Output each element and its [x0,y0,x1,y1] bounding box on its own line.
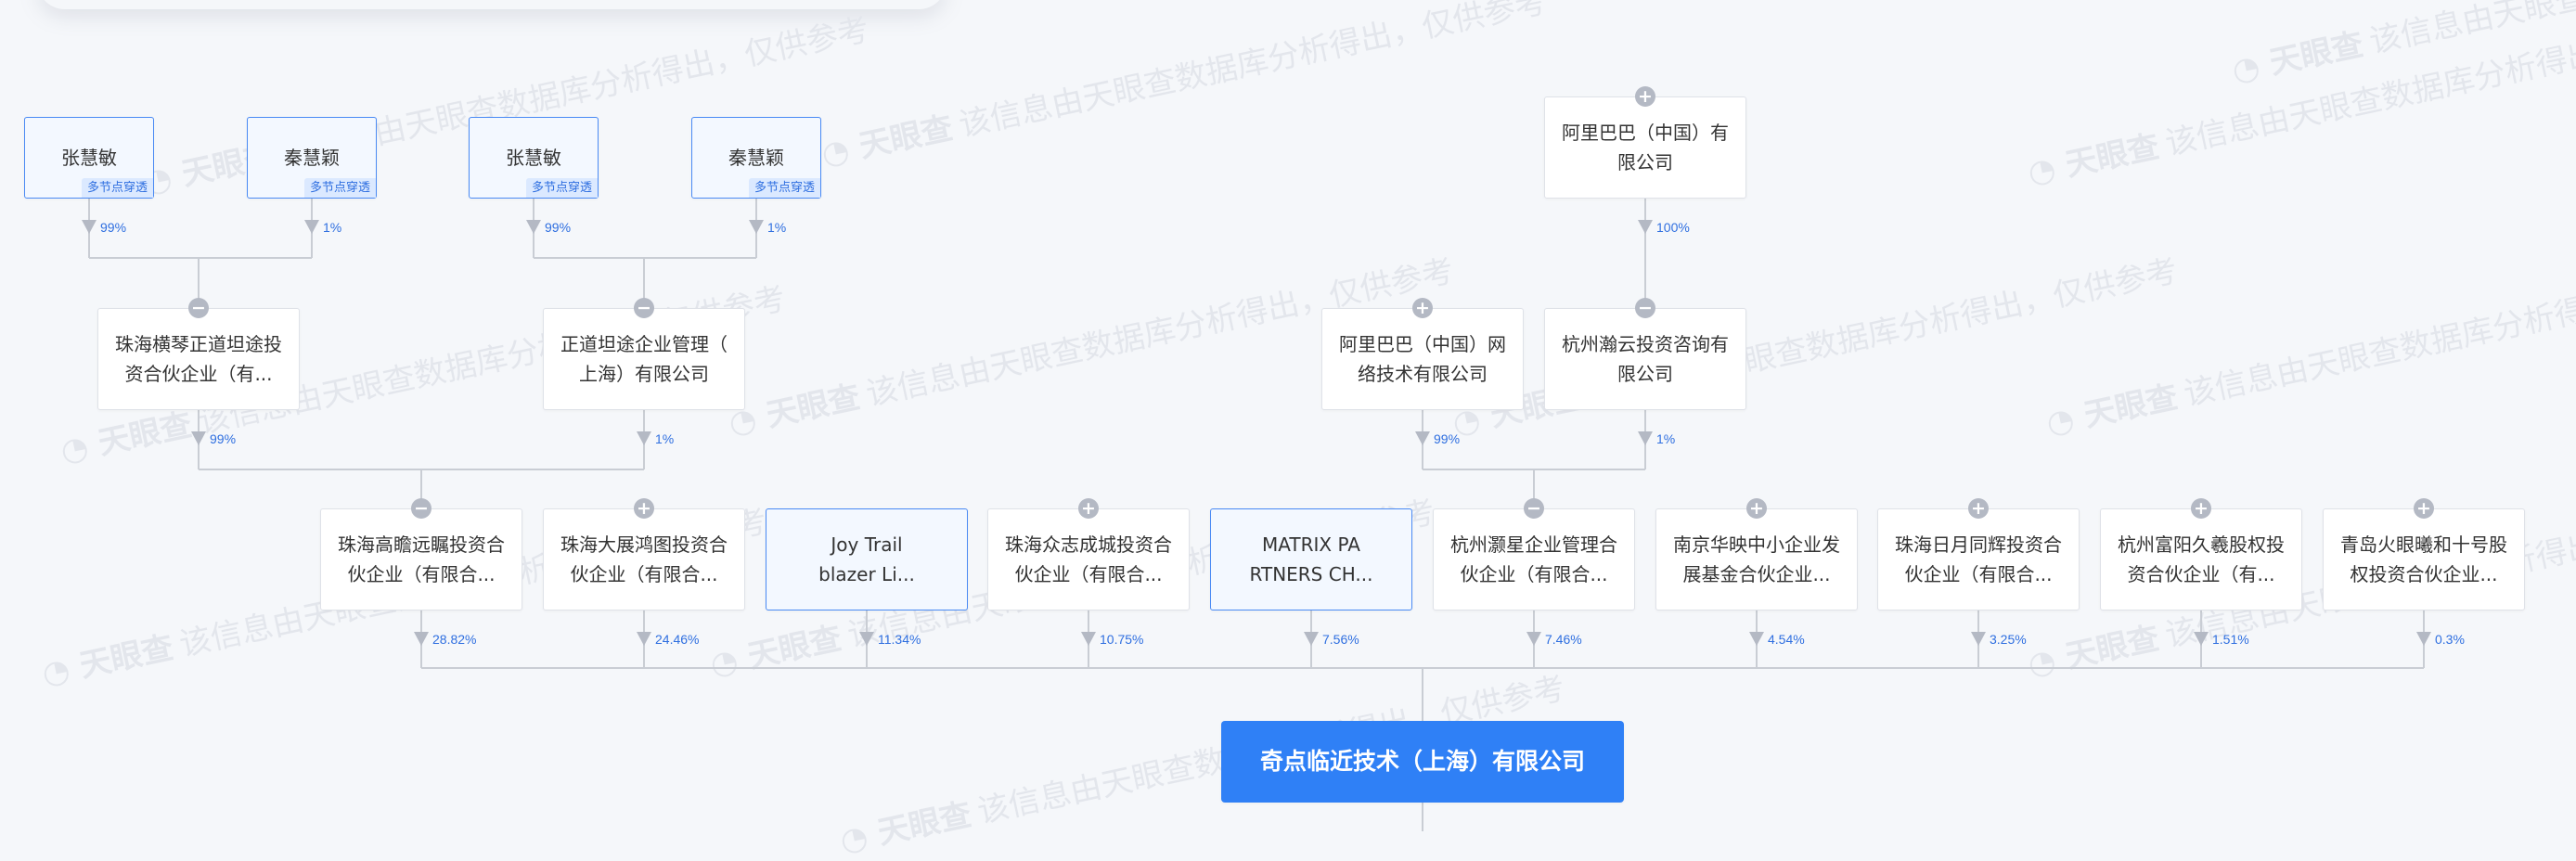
edge-arrow [1526,632,1541,646]
edge-arrow [859,632,874,646]
edges-layer: 99% 1% 99% 1% 100% 99% 1% 99% 1% 28.82% 24.46% 11.3… [82,199,2465,831]
edge-arrow [1971,632,1986,646]
person-node[interactable]: 张慧敏多节点穿透 [24,117,154,199]
edge-arrow [526,220,541,234]
person-node[interactable]: 张慧敏多节点穿透 [469,117,599,199]
edge-percent-label: 100% [1656,220,1690,235]
edge-percent-label: 4.54% [1768,632,1805,647]
node-label: 秦慧颖 [284,147,340,169]
edge-percent-label: 11.34% [878,632,921,647]
edge-percent-label: 1% [767,220,786,235]
expand-icon[interactable]: + [2191,498,2211,519]
edge-percent-label: 99% [100,220,126,235]
company-node[interactable]: 杭州富阳久羲股权投 资合伙企业（有... [2100,508,2302,610]
multi-node-penetration-badge[interactable]: 多节点穿透 [303,178,376,198]
collapse-icon[interactable]: − [1635,298,1655,318]
edge-arrow [2416,632,2431,646]
node-label: 阿里巴巴（中国）网 络技术有限公司 [1339,333,1506,385]
node-label: 杭州富阳久羲股权投 资合伙企业（有... [2118,533,2285,585]
company-node[interactable]: 杭州瀚云投资咨询有 限公司 [1544,308,1746,410]
company-node[interactable]: 杭州灏星企业管理合 伙企业（有限合... [1433,508,1635,610]
edge-percent-label: 10.75% [1100,632,1143,647]
collapse-icon[interactable]: − [188,298,209,318]
edge-arrow [1304,632,1319,646]
company-node[interactable]: 珠海横琴正道坦途投 资合伙企业（有... [97,308,300,410]
edge-percent-label: 1% [655,431,674,446]
multi-node-penetration-badge[interactable]: 多节点穿透 [748,178,820,198]
edge-percent-label: 7.46% [1545,632,1582,647]
company-node[interactable]: 珠海众志成城投资合 伙企业（有限合... [987,508,1190,610]
expand-icon[interactable]: + [1078,498,1099,519]
node-label: 正道坦途企业管理（ 上海）有限公司 [560,333,728,385]
edge-arrow [82,220,97,234]
edge-percent-label: 99% [210,431,236,446]
expand-icon[interactable]: + [634,498,654,519]
node-label: 青岛火眼曦和十号股 权投资合伙企业... [2340,533,2507,585]
node-label: 奇点临近技术（上海）有限公司 [1259,748,1585,775]
edge-arrow [2194,632,2209,646]
edge-percent-label: 0.3% [2435,632,2465,647]
edge-arrow [191,431,206,445]
edge-arrow [637,431,651,445]
person-node[interactable]: 秦慧颖多节点穿透 [691,117,821,199]
edge-percent-label: 99% [545,220,571,235]
edge-arrow [414,632,429,646]
node-label: 珠海大展鸿图投资合 伙企业（有限合... [560,533,728,585]
multi-node-penetration-badge[interactable]: 多节点穿透 [81,178,153,198]
company-node[interactable]: 青岛火眼曦和十号股 权投资合伙企业... [2323,508,2525,610]
company-node[interactable]: 珠海高瞻远瞩投资合 伙企业（有限合... [320,508,522,610]
expand-icon[interactable]: + [1746,498,1767,519]
edge-arrow [1415,431,1430,445]
node-label: 珠海横琴正道坦途投 资合伙企业（有... [115,333,282,385]
person-node[interactable]: 秦慧颖多节点穿透 [247,117,377,199]
edge-arrow [1638,220,1653,234]
expand-icon[interactable]: + [2414,498,2434,519]
equity-structure-diagram: 99% 1% 99% 1% 100% 99% 1% 99% 1% 28.82% 24.46% 11.3… [0,0,2576,831]
multi-node-penetration-badge[interactable]: 多节点穿透 [525,178,598,198]
node-label: 张慧敏 [506,147,561,169]
company-node[interactable]: 阿里巴巴（中国）有 限公司 [1544,96,1746,199]
edge-percent-label: 1% [1656,431,1675,446]
expand-icon[interactable]: + [1635,86,1655,107]
edge-arrow [749,220,764,234]
edge-percent-label: 24.46% [655,632,699,647]
edge-percent-label: 99% [1434,431,1460,446]
collapse-icon[interactable]: − [411,498,431,519]
node-label: 珠海众志成城投资合 伙企业（有限合... [1005,533,1172,585]
expand-icon[interactable]: + [1412,298,1433,318]
company-node[interactable]: 阿里巴巴（中国）网 络技术有限公司 [1321,308,1524,410]
edge-percent-label: 28.82% [432,632,476,647]
company-node[interactable]: 珠海大展鸿图投资合 伙企业（有限合... [543,508,745,610]
edge-arrow [1638,431,1653,445]
node-label: MATRIX PA RTNERS CH... [1249,533,1373,585]
node-label: 南京华映中小企业发 展基金合伙企业... [1673,533,1840,585]
company-node[interactable]: MATRIX PA RTNERS CH... [1210,508,1412,610]
edge-percent-label: 3.25% [1990,632,2027,647]
node-label: 珠海日月同辉投资合 伙企业（有限合... [1895,533,2062,585]
company-node[interactable]: 南京华映中小企业发 展基金合伙企业... [1655,508,1858,610]
node-label: 张慧敏 [61,147,117,169]
root-company-node[interactable]: 奇点临近技术（上海）有限公司 [1221,721,1624,803]
company-node[interactable]: 正道坦途企业管理（ 上海）有限公司 [543,308,745,410]
company-node[interactable]: Joy Trail blazer Li... [766,508,968,610]
collapse-icon[interactable]: − [634,298,654,318]
edge-percent-label: 7.56% [1322,632,1359,647]
edge-arrow [1081,632,1096,646]
node-label: Joy Trail blazer Li... [818,533,915,585]
edge-arrow [304,220,319,234]
collapse-icon[interactable]: − [1524,498,1544,519]
node-label: 阿里巴巴（中国）有 限公司 [1562,122,1729,173]
node-label: 秦慧颖 [728,147,784,169]
node-label: 杭州瀚云投资咨询有 限公司 [1562,333,1729,385]
edge-percent-label: 1.51% [2212,632,2249,647]
node-label: 珠海高瞻远瞩投资合 伙企业（有限合... [338,533,505,585]
expand-icon[interactable]: + [1968,498,1989,519]
edge-arrow [637,632,651,646]
edge-arrow [1749,632,1764,646]
company-node[interactable]: 珠海日月同辉投资合 伙企业（有限合... [1877,508,2080,610]
edge-percent-label: 1% [323,220,341,235]
node-label: 杭州灏星企业管理合 伙企业（有限合... [1450,533,1617,585]
